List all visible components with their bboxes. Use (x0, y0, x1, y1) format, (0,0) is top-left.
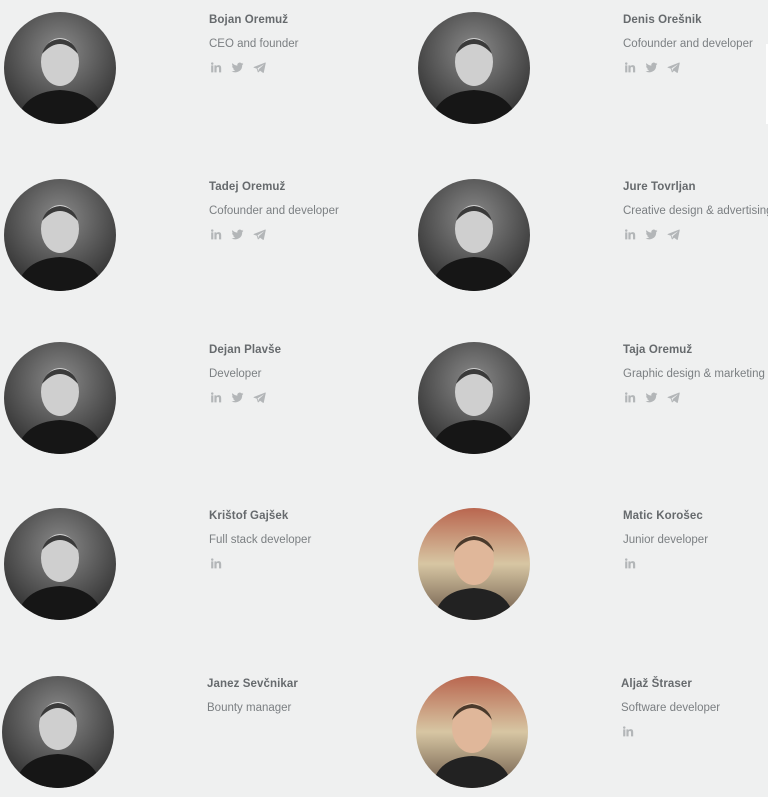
member-photo (416, 676, 528, 788)
member-photo (4, 12, 116, 124)
social-links (621, 725, 634, 738)
member-photo (4, 342, 116, 454)
telegram-icon[interactable] (667, 61, 680, 74)
team-member-card: Dejan Plavše Developer (4, 342, 364, 462)
social-links (209, 61, 266, 74)
member-photo (4, 179, 116, 291)
member-role: Bounty manager (207, 702, 292, 714)
member-photo (418, 12, 530, 124)
member-role: Graphic design & marketing (623, 368, 765, 380)
linkedin-icon[interactable] (623, 391, 636, 404)
member-photo (418, 508, 530, 620)
member-photo (418, 342, 530, 454)
twitter-icon[interactable] (645, 61, 658, 74)
linkedin-icon[interactable] (623, 557, 636, 570)
member-role: Full stack developer (209, 534, 312, 546)
team-member-card: Denis Orešnik Cofounder and developer (418, 12, 768, 132)
member-role: Cofounder and developer (623, 38, 753, 50)
team-member-card: Bojan Oremuž CEO and founder (4, 12, 364, 132)
member-name: Matic Korošec (623, 510, 703, 522)
social-links (623, 228, 680, 241)
member-role: CEO and founder (209, 38, 299, 50)
linkedin-icon[interactable] (209, 391, 222, 404)
team-member-card: Krištof Gajšek Full stack developer (4, 508, 364, 628)
team-member-card: Janez Sevčnikar Bounty manager (2, 676, 362, 796)
twitter-icon[interactable] (645, 391, 658, 404)
member-name: Jure Tovrljan (623, 181, 696, 193)
member-photo (2, 676, 114, 788)
telegram-icon[interactable] (667, 228, 680, 241)
team-member-card: Taja Oremuž Graphic design & marketing (418, 342, 768, 462)
member-role: Developer (209, 368, 262, 380)
twitter-icon[interactable] (645, 228, 658, 241)
member-name: Bojan Oremuž (209, 14, 289, 26)
telegram-icon[interactable] (253, 228, 266, 241)
member-name: Aljaž Štraser (621, 678, 692, 690)
twitter-icon[interactable] (231, 228, 244, 241)
social-links (623, 61, 680, 74)
social-links (209, 228, 266, 241)
member-role: Junior developer (623, 534, 709, 546)
telegram-icon[interactable] (667, 391, 680, 404)
social-links (209, 557, 222, 570)
linkedin-icon[interactable] (209, 228, 222, 241)
member-name: Denis Orešnik (623, 14, 702, 26)
member-role: Cofounder and developer (209, 205, 339, 217)
linkedin-icon[interactable] (209, 557, 222, 570)
team-member-card: Tadej Oremuž Cofounder and developer (4, 179, 364, 299)
telegram-icon[interactable] (253, 61, 266, 74)
team-member-card: Aljaž Štraser Software developer (416, 676, 768, 796)
member-role: Software developer (621, 702, 721, 714)
linkedin-icon[interactable] (209, 61, 222, 74)
member-name: Taja Oremuž (623, 344, 693, 356)
linkedin-icon[interactable] (623, 228, 636, 241)
social-links (209, 391, 266, 404)
social-links (623, 391, 680, 404)
team-member-card: Jure Tovrljan Creative design & advertisi… (418, 179, 768, 299)
social-links (623, 557, 636, 570)
member-role: Creative design & advertising (623, 205, 768, 217)
linkedin-icon[interactable] (621, 725, 634, 738)
member-photo (4, 508, 116, 620)
team-member-card: Matic Korošec Junior developer (418, 508, 768, 628)
member-name: Janez Sevčnikar (207, 678, 299, 690)
twitter-icon[interactable] (231, 61, 244, 74)
member-name: Krištof Gajšek (209, 510, 289, 522)
twitter-icon[interactable] (231, 391, 244, 404)
member-name: Dejan Plavše (209, 344, 282, 356)
member-photo (418, 179, 530, 291)
telegram-icon[interactable] (253, 391, 266, 404)
linkedin-icon[interactable] (623, 61, 636, 74)
member-name: Tadej Oremuž (209, 181, 286, 193)
